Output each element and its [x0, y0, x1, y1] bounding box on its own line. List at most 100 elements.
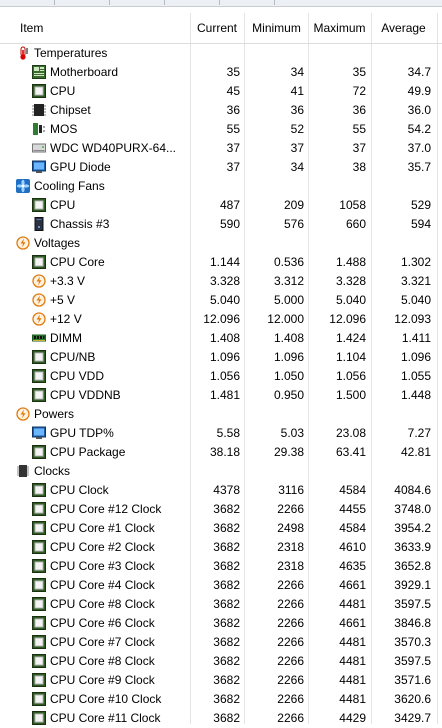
minimum-value-text: 2266: [277, 692, 304, 706]
minimum-value: 576: [245, 215, 308, 234]
minimum-value-text: 0.950: [273, 388, 304, 402]
table-row[interactable]: CPU Core #8 Clock 3682 2266 4481 3597.5: [0, 652, 442, 671]
average-value: 54.2: [372, 120, 435, 139]
current-value: 1.144: [190, 253, 244, 272]
average-value-text: 3954.2: [394, 521, 431, 535]
maximum-value-text: 4661: [339, 616, 366, 630]
table-row[interactable]: Motherboard 35 34 35 34.7: [0, 63, 442, 82]
table-row[interactable]: Chassis #3 590 576 660 594: [0, 215, 442, 234]
maximum-value: 4455: [309, 500, 370, 519]
average-value-text: 1.448: [400, 388, 431, 402]
maximum-value: 72: [309, 82, 370, 101]
table-row[interactable]: CPU Package 38.18 29.38 63.41 42.81: [0, 443, 442, 462]
table-row[interactable]: CPU Core #3 Clock 3682 2318 4635 3652.8: [0, 557, 442, 576]
group-label-text: Temperatures: [34, 46, 108, 60]
table-row[interactable]: GPU TDP% 5.58 5.03 23.08 7.27: [0, 424, 442, 443]
table-row[interactable]: CPU 45 41 72 49.9: [0, 82, 442, 101]
clock-chip-icon: [16, 464, 30, 478]
sensor-name: CPU Core #12 Clock: [0, 500, 222, 519]
table-row[interactable]: CPU Core #1 Clock 3682 2498 4584 3954.2: [0, 519, 442, 538]
table-row[interactable]: CPU Core #7 Clock 3682 2266 4481 3570.3: [0, 633, 442, 652]
cpu-icon: [32, 254, 46, 269]
average-value-text: 42.81: [400, 445, 431, 459]
minimum-value: 2266: [245, 709, 308, 728]
average-value-text: 3652.8: [394, 559, 431, 573]
current-value: 38.18: [190, 443, 244, 462]
table-row[interactable]: +12 V 12.096 12.000 12.096 12.093: [0, 310, 442, 329]
current-value-text: 1.144: [209, 255, 240, 269]
group-row[interactable]: Temperatures: [0, 44, 442, 63]
tab[interactable]: [165, 0, 220, 5]
table-row[interactable]: +3.3 V 3.328 3.312 3.328 3.321: [0, 272, 442, 291]
maximum-value-text: 4429: [339, 711, 366, 725]
maximum-value-text: 4481: [339, 597, 366, 611]
current-value-text: 3682: [213, 692, 240, 706]
table-row[interactable]: CPU Core #12 Clock 3682 2266 4455 3748.0: [0, 500, 442, 519]
column-header-current[interactable]: Current: [190, 13, 244, 43]
sensor-label: WDC WD40PURX-64...: [50, 141, 177, 155]
tab[interactable]: [0, 0, 55, 5]
average-value-text: 12.093: [394, 312, 431, 326]
table-row[interactable]: CPU Clock 4378 3116 4584 4084.6: [0, 481, 442, 500]
minimum-value: 2318: [245, 557, 308, 576]
maximum-value-text: 4584: [339, 521, 366, 535]
table-row[interactable]: CPU Core #8 Clock 3682 2266 4481 3597.5: [0, 595, 442, 614]
minimum-value-text: 2318: [277, 540, 304, 554]
table-row[interactable]: CPU/NB 1.096 1.096 1.104 1.096: [0, 348, 442, 367]
table-row[interactable]: CPU Core #4 Clock 3682 2266 4661 3929.1: [0, 576, 442, 595]
maximum-value-text: 4481: [339, 635, 366, 649]
maximum-value-text: 4635: [339, 559, 366, 573]
sensor-label: CPU Core #7 Clock: [50, 635, 155, 649]
cpu-icon: [32, 710, 46, 725]
dimm-icon: [32, 331, 46, 345]
sensor-name: CPU Core #11 Clock: [0, 709, 222, 728]
table-row[interactable]: WDC WD40PURX-64... 37 37 37 37.0: [0, 139, 442, 158]
table-row[interactable]: DIMM 1.408 1.408 1.424 1.411: [0, 329, 442, 348]
table-row[interactable]: CPU Core #2 Clock 3682 2318 4610 3633.9: [0, 538, 442, 557]
sensor-name: CPU VDDNB: [0, 386, 222, 405]
minimum-value: 3.312: [245, 272, 308, 291]
sensor-label: CPU Core #8 Clock: [50, 654, 155, 668]
current-value: 5.040: [190, 291, 244, 310]
column-header-item[interactable]: Item: [0, 13, 190, 43]
tab[interactable]: [55, 0, 110, 5]
chipset-icon: [32, 103, 46, 117]
sensor-name: CPU Clock: [0, 481, 222, 500]
minimum-value: 209: [245, 196, 308, 215]
group-row[interactable]: Cooling Fans: [0, 177, 442, 196]
maximum-value: 4584: [309, 481, 370, 500]
table-row[interactable]: CPU Core #10 Clock 3682 2266 4481 3620.6: [0, 690, 442, 709]
column-header-average[interactable]: Average: [372, 13, 435, 43]
cpu-icon: [32, 615, 46, 630]
table-row[interactable]: CPU Core #11 Clock 3682 2266 4429 3429.7: [0, 709, 442, 728]
table-row[interactable]: CPU Core #6 Clock 3682 2266 4661 3846.8: [0, 614, 442, 633]
column-header-minimum[interactable]: Minimum: [245, 13, 308, 43]
sensor-label: +12 V: [50, 312, 82, 326]
group-row[interactable]: Clocks: [0, 462, 442, 481]
table-row[interactable]: CPU Core 1.144 0.536 1.488 1.302: [0, 253, 442, 272]
table-row[interactable]: CPU Core #9 Clock 3682 2266 4481 3571.6: [0, 671, 442, 690]
tab[interactable]: [110, 0, 165, 5]
minimum-value-text: 34: [290, 65, 304, 79]
table-row[interactable]: MOS 55 52 55 54.2: [0, 120, 442, 139]
group-row[interactable]: Voltages: [0, 234, 442, 253]
group-row[interactable]: Powers: [0, 405, 442, 424]
group-label-text: Voltages: [34, 236, 81, 250]
table-row[interactable]: GPU Diode 37 34 38 35.7: [0, 158, 442, 177]
table-row[interactable]: CPU VDD 1.056 1.050 1.056 1.055: [0, 367, 442, 386]
table-row[interactable]: CPU 487 209 1058 529: [0, 196, 442, 215]
table-row[interactable]: Chipset 36 36 36 36.0: [0, 101, 442, 120]
table-header: Item Current Minimum Maximum Average: [0, 13, 442, 44]
table-row[interactable]: +5 V 5.040 5.000 5.040 5.040: [0, 291, 442, 310]
cpu-icon: [32, 83, 46, 98]
table-row[interactable]: CPU VDDNB 1.481 0.950 1.500 1.448: [0, 386, 442, 405]
table-body: Temperatures Motherboard 35 34 35 34.7 CPU 45 41…: [0, 44, 442, 728]
minimum-value: 34: [245, 63, 308, 82]
maximum-value: 1.424: [309, 329, 370, 348]
sensor-label: GPU TDP%: [50, 426, 114, 440]
minimum-value: 29.38: [245, 443, 308, 462]
sensor-name: CPU Core #9 Clock: [0, 671, 222, 690]
column-header-maximum[interactable]: Maximum: [309, 13, 370, 43]
tab[interactable]: [220, 0, 275, 5]
average-value-text: 3.321: [400, 274, 431, 288]
